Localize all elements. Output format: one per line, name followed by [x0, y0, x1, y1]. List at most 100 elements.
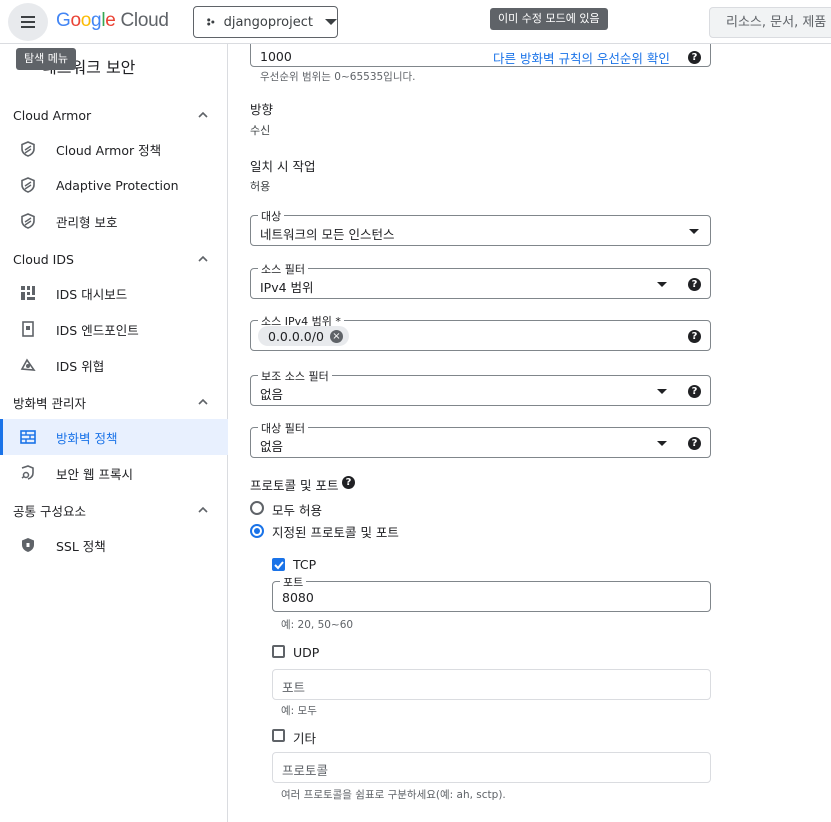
priority-check-link[interactable]: 다른 방화벽 규칙의 우선순위 확인	[493, 48, 670, 67]
udp-label: UDP	[293, 645, 320, 660]
dest-filter-value: 없음	[260, 439, 284, 454]
shield-icon	[20, 177, 36, 193]
dropdown-arrow-icon	[657, 441, 667, 446]
sidebar-item-label: 보안 웹 프록시	[56, 466, 133, 482]
rule-form: 1000 다른 방화벽 규칙의 우선순위 확인 ? 우선순위 범위는 0~655…	[229, 44, 831, 822]
help-icon[interactable]: ?	[342, 476, 355, 489]
sidebar-item-ids-threats[interactable]: IDS 위협	[0, 347, 228, 383]
source-ipv4-field[interactable]: 소스 IPv4 범위 * 0.0.0.0/0 × ?	[250, 313, 711, 351]
sidebar: 네트워크 보안 Cloud Armor Cloud Armor 정책 Adapt…	[0, 44, 228, 822]
dropdown-arrow-icon	[689, 229, 699, 234]
logo-letter: e	[105, 10, 116, 31]
other-protocol-placeholder: 프로토콜	[282, 763, 329, 778]
priority-field[interactable]: 1000 다른 방화벽 규칙의 우선순위 확인 ?	[250, 44, 711, 67]
secondary-filter-label: 보조 소스 필터	[258, 368, 332, 384]
help-icon[interactable]: ?	[688, 437, 701, 450]
direction-value: 수신	[250, 124, 271, 137]
chevron-up-icon	[198, 506, 208, 513]
logo-letter: o	[70, 10, 81, 31]
remove-chip-icon[interactable]: ×	[329, 329, 343, 343]
logo-letter: g	[91, 10, 102, 31]
section-common-components[interactable]: 공통 구성요소	[0, 492, 228, 528]
sidebar-item-ids-dashboard[interactable]: IDS 대시보드	[0, 275, 228, 311]
chevron-up-icon	[198, 255, 208, 262]
other-protocol-checkbox[interactable]	[272, 729, 285, 742]
destination-filter-select[interactable]: 대상 필터 없음 ?	[250, 420, 711, 458]
sidebar-item-secure-web-proxy[interactable]: 보안 웹 프록시	[0, 455, 228, 491]
project-dots-icon	[207, 18, 215, 26]
top-bar: Google Cloud djangoproject 이미 수정 모드에 있음 …	[0, 0, 831, 44]
sidebar-item-ids-endpoint[interactable]: IDS 엔드포인트	[0, 311, 228, 347]
project-name: djangoproject	[223, 14, 313, 30]
shield-icon	[20, 141, 36, 157]
target-select[interactable]: 대상 네트워크의 모든 인스턴스	[250, 208, 711, 246]
sidebar-item-label: 방화벽 정책	[56, 430, 118, 446]
threat-icon	[20, 357, 36, 373]
google-cloud-logo[interactable]: Google Cloud	[56, 10, 169, 32]
search-input[interactable]: 리소스, 문서, 제품	[709, 7, 831, 38]
target-label: 대상	[258, 208, 285, 224]
dashboard-icon	[20, 285, 36, 301]
udp-checkbox[interactable]	[272, 645, 285, 658]
priority-value: 1000	[260, 49, 292, 64]
udp-port-placeholder: 포트	[282, 680, 306, 695]
section-cloud-ids[interactable]: Cloud IDS	[0, 241, 228, 277]
action-label: 일치 시 작업	[250, 159, 316, 174]
sidebar-item-firewall-policies[interactable]: 방화벽 정책	[0, 419, 228, 455]
dest-filter-label: 대상 필터	[258, 420, 308, 436]
endpoint-icon	[20, 321, 36, 337]
direction-label: 방향	[250, 102, 274, 117]
ip-range-chip: 0.0.0.0/0 ×	[258, 326, 349, 346]
sidebar-item-label: IDS 엔드포인트	[56, 322, 139, 338]
sidebar-item-adaptive-protection[interactable]: Adaptive Protection	[0, 167, 228, 203]
edit-mode-badge: 이미 수정 모드에 있음	[490, 8, 608, 30]
sidebar-item-cloud-armor-policy[interactable]: Cloud Armor 정책	[0, 131, 228, 167]
tcp-checkbox[interactable]	[272, 558, 285, 571]
source-filter-label: 소스 필터	[258, 261, 308, 277]
sidebar-item-ssl-policies[interactable]: SSL 정책	[0, 527, 228, 563]
main-menu-button[interactable]	[8, 3, 48, 41]
secondary-source-filter-select[interactable]: 보조 소스 필터 없음 ?	[250, 368, 711, 406]
section-firewall-manager[interactable]: 방화벽 관리자	[0, 384, 228, 420]
ssl-shield-icon	[20, 537, 36, 553]
section-cloud-armor[interactable]: Cloud Armor	[0, 97, 228, 133]
shield-icon	[20, 213, 36, 229]
specified-protocols-label: 지정된 프로토콜 및 포트	[272, 525, 399, 540]
help-icon[interactable]: ?	[688, 385, 701, 398]
protocols-label: 프로토콜 및 포트	[250, 478, 339, 493]
section-label: Cloud IDS	[13, 251, 74, 267]
other-protocol-field[interactable]: 프로토콜	[272, 752, 711, 783]
sidebar-item-label: Cloud Armor 정책	[56, 142, 162, 158]
allow-all-radio[interactable]	[250, 501, 264, 515]
udp-port-hint: 예: 모두	[281, 705, 317, 717]
logo-letter: G	[56, 10, 71, 31]
hamburger-icon	[21, 16, 35, 28]
sidebar-item-label: Adaptive Protection	[56, 177, 179, 193]
other-protocol-label: 기타	[293, 731, 317, 746]
allow-all-label: 모두 허용	[272, 503, 322, 518]
priority-hint: 우선순위 범위는 0~65535입니다.	[260, 71, 416, 83]
sidebar-item-label: 관리형 보호	[56, 214, 118, 230]
secondary-filter-value: 없음	[260, 387, 284, 402]
proxy-icon	[20, 465, 36, 481]
project-picker[interactable]: djangoproject	[193, 6, 338, 38]
tcp-port-value: 8080	[282, 590, 314, 605]
sidebar-item-managed-protection[interactable]: 관리형 보호	[0, 203, 228, 239]
help-icon[interactable]: ?	[688, 278, 701, 291]
other-protocol-hint: 여러 프로토콜을 쉼표로 구분하세요(예: ah, sctp).	[281, 789, 506, 801]
source-filter-select[interactable]: 소스 필터 IPv4 범위 ?	[250, 261, 711, 299]
source-filter-value: IPv4 범위	[260, 280, 314, 295]
target-value: 네트워크의 모든 인스턴스	[260, 227, 395, 242]
help-icon[interactable]: ?	[688, 51, 701, 64]
sidebar-item-label: SSL 정책	[56, 538, 106, 554]
help-icon[interactable]: ?	[688, 330, 701, 343]
specified-protocols-radio[interactable]	[250, 524, 264, 538]
menu-tooltip: 탐색 메뉴	[16, 48, 76, 70]
logo-cloud-word: Cloud	[115, 10, 169, 31]
section-label: 방화벽 관리자	[13, 395, 86, 411]
dropdown-arrow-icon	[657, 389, 667, 394]
udp-port-field[interactable]: 포트	[272, 669, 711, 700]
tcp-port-field[interactable]: 포트 8080	[272, 574, 711, 612]
tcp-label: TCP	[293, 557, 317, 572]
ip-range-chip-text: 0.0.0.0/0	[268, 328, 324, 344]
